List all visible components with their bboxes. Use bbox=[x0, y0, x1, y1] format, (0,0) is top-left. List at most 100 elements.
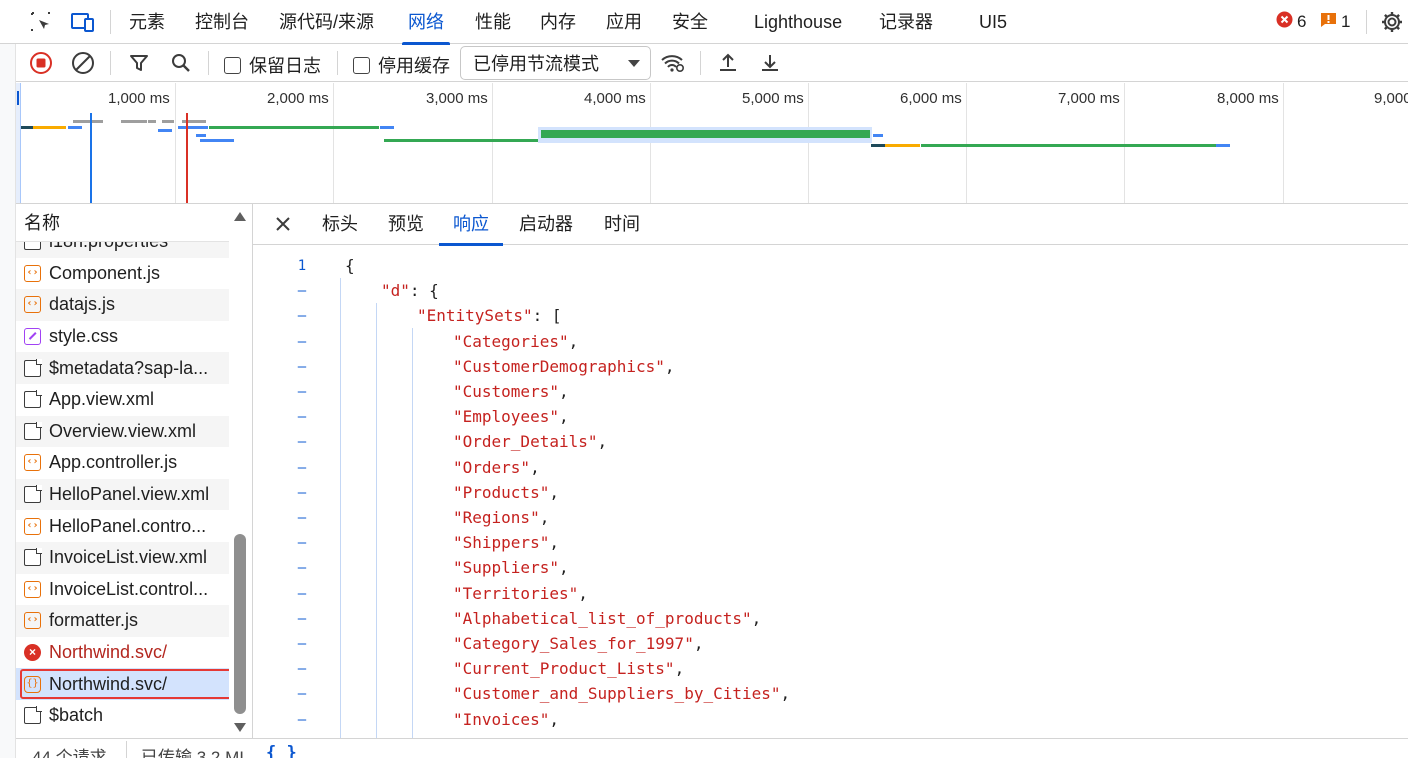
script-icon: ‹› bbox=[24, 517, 41, 535]
search-icon[interactable] bbox=[168, 50, 194, 76]
line-number[interactable]: – bbox=[293, 712, 311, 728]
clear-icon[interactable] bbox=[70, 50, 96, 76]
devtools-window: 元素 控制台 源代码/来源 网络 性能 内存 应用 安全 Lighthouse … bbox=[0, 0, 1408, 758]
name-column-header[interactable]: 名称 bbox=[16, 204, 229, 242]
chevron-down-icon bbox=[628, 60, 640, 67]
request-row[interactable]: ‹› datajs.js bbox=[16, 289, 229, 321]
line-number[interactable]: – bbox=[293, 409, 311, 425]
request-row[interactable]: × Northwind.svc/ bbox=[16, 637, 229, 669]
import-har-upload-icon[interactable] bbox=[715, 50, 741, 76]
tab-elements[interactable]: 元素 bbox=[129, 0, 165, 44]
drawer-gutter bbox=[0, 44, 16, 758]
checkbox-box[interactable] bbox=[224, 56, 241, 74]
inspect-element-icon[interactable] bbox=[28, 9, 54, 35]
scroll-up-arrow-icon[interactable] bbox=[234, 212, 246, 221]
tab-lighthouse[interactable]: Lighthouse bbox=[754, 0, 842, 44]
json-key: "EntitySets" bbox=[417, 306, 533, 326]
line-number[interactable]: – bbox=[293, 434, 311, 450]
request-row[interactable]: {} Northwind.svc/ bbox=[16, 668, 229, 700]
tab-application[interactable]: 应用 bbox=[606, 0, 642, 44]
tab-security[interactable]: 安全 bbox=[672, 0, 708, 44]
line-number[interactable]: – bbox=[293, 308, 311, 324]
request-row[interactable]: InvoiceList.view.xml bbox=[16, 541, 229, 574]
throttling-select[interactable]: 已停用节流模式 bbox=[460, 46, 651, 80]
tab-initiator[interactable]: 启动器 bbox=[519, 204, 573, 245]
checkbox-box[interactable] bbox=[353, 56, 370, 74]
tab-performance[interactable]: 性能 bbox=[475, 0, 511, 44]
code-text: { bbox=[345, 256, 355, 275]
device-toolbar-icon[interactable] bbox=[70, 9, 96, 35]
error-count-badge[interactable]: 6 bbox=[1276, 11, 1306, 33]
tab-response[interactable]: 响应 bbox=[439, 204, 503, 246]
line-number[interactable]: – bbox=[293, 384, 311, 400]
request-detail-panel: 标头 预览 响应 启动器 时间 1{– "d": {– "EntitySets": … bbox=[253, 204, 1408, 738]
export-har-download-icon[interactable] bbox=[757, 50, 783, 76]
request-row[interactable]: ‹› Component.js bbox=[16, 258, 229, 290]
code-line: – "Regions", bbox=[253, 505, 1408, 530]
code-text: "d": { bbox=[381, 281, 439, 301]
request-list-scrollbar[interactable] bbox=[232, 208, 248, 736]
request-row[interactable]: HelloPanel.view.xml bbox=[16, 478, 229, 511]
line-number[interactable]: – bbox=[293, 586, 311, 602]
line-number: 1 bbox=[297, 258, 307, 274]
request-name: App.controller.js bbox=[49, 452, 178, 473]
scroll-down-arrow-icon[interactable] bbox=[234, 723, 246, 732]
tab-sources[interactable]: 源代码/来源 bbox=[279, 0, 374, 44]
request-row[interactable]: ‹› InvoiceList.control... bbox=[16, 574, 229, 606]
settings-gear-icon[interactable] bbox=[1379, 9, 1405, 35]
request-row[interactable]: ‹› HelloPanel.contro... bbox=[16, 510, 229, 542]
line-number[interactable]: – bbox=[293, 686, 311, 702]
request-row[interactable]: $metadata?sap-la... bbox=[16, 352, 229, 384]
disable-cache-checkbox[interactable]: 停用缓存 bbox=[353, 52, 450, 78]
tab-preview[interactable]: 预览 bbox=[388, 204, 424, 245]
request-row[interactable]: $batch bbox=[16, 700, 229, 732]
code-line: – "Current_Product_Lists", bbox=[253, 656, 1408, 681]
tab-console[interactable]: 控制台 bbox=[195, 0, 249, 44]
line-number[interactable]: – bbox=[293, 359, 311, 375]
response-code-view[interactable]: 1{– "d": {– "EntitySets": [– "Categories", –… bbox=[253, 245, 1408, 738]
stop-recording-icon[interactable] bbox=[28, 50, 54, 76]
code-text: "Alphabetical_list_of_products", bbox=[453, 608, 762, 628]
json-string: "Customer_and_Suppliers_by_Cities" bbox=[453, 684, 781, 704]
timeline-overview[interactable]: 1,000 ms 2,000 ms 3,000 ms 4,000 ms 5,00… bbox=[0, 83, 1408, 204]
request-row[interactable]: style.css bbox=[16, 321, 229, 353]
request-row[interactable]: App.view.xml bbox=[16, 384, 229, 416]
pretty-print-icon[interactable]: { } bbox=[266, 743, 297, 758]
line-number[interactable]: – bbox=[293, 334, 311, 350]
line-number[interactable]: – bbox=[293, 535, 311, 551]
tab-timing[interactable]: 时间 bbox=[604, 204, 640, 245]
filter-icon[interactable] bbox=[126, 50, 152, 76]
tab-ui5[interactable]: UI5 bbox=[979, 0, 1007, 44]
request-list: i18n.properties‹›Component.js‹›datajs.js… bbox=[16, 204, 253, 738]
warning-count-badge[interactable]: 1 bbox=[1320, 11, 1350, 33]
devtools-tab-bar: 元素 控制台 源代码/来源 网络 性能 内存 应用 安全 Lighthouse … bbox=[0, 0, 1408, 45]
line-number[interactable]: – bbox=[293, 283, 311, 299]
request-name: HelloPanel.contro... bbox=[49, 515, 207, 536]
json-string: "Territories" bbox=[453, 583, 579, 603]
tab-memory[interactable]: 内存 bbox=[540, 0, 576, 44]
line-number[interactable]: – bbox=[293, 661, 311, 677]
script-icon: ‹› bbox=[24, 454, 41, 472]
detail-tab-bar: 标头 预览 响应 启动器 时间 bbox=[253, 204, 1408, 246]
overview-range-handle[interactable] bbox=[16, 83, 21, 203]
request-row[interactable]: ‹› App.controller.js bbox=[16, 447, 229, 479]
line-number[interactable]: – bbox=[293, 636, 311, 652]
line-number[interactable]: – bbox=[293, 560, 311, 576]
document-icon bbox=[24, 358, 42, 377]
line-number[interactable]: – bbox=[293, 460, 311, 476]
request-row[interactable]: ‹› formatter.js bbox=[16, 605, 229, 637]
line-number[interactable]: – bbox=[293, 485, 311, 501]
line-number[interactable]: – bbox=[293, 510, 311, 526]
request-row[interactable]: Overview.view.xml bbox=[16, 415, 229, 448]
line-number[interactable]: – bbox=[293, 611, 311, 627]
tab-headers[interactable]: 标头 bbox=[322, 204, 358, 245]
preserve-log-checkbox[interactable]: 保留日志 bbox=[224, 52, 321, 78]
tab-recorder[interactable]: 记录器 bbox=[879, 0, 933, 44]
tab-network[interactable]: 网络 bbox=[402, 0, 450, 45]
waterfall-bar bbox=[68, 126, 82, 129]
close-icon[interactable] bbox=[273, 214, 293, 234]
selection-highlight-box bbox=[20, 669, 229, 699]
scrollbar-thumb[interactable] bbox=[234, 534, 246, 714]
code-text: "Territories", bbox=[453, 583, 588, 603]
network-conditions-wifi-icon[interactable] bbox=[660, 50, 686, 76]
